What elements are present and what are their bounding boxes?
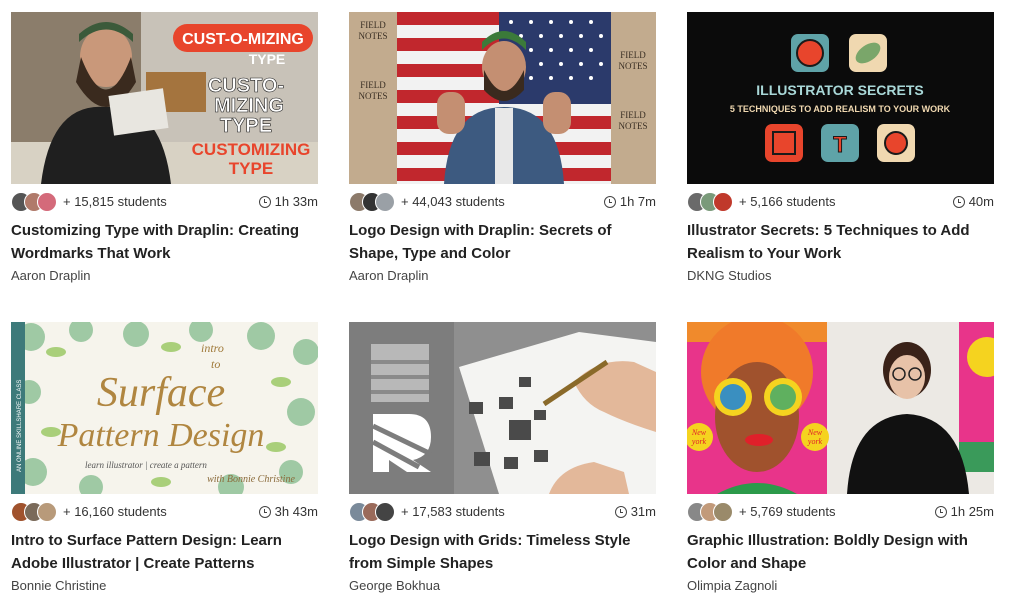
- avatar: [375, 502, 395, 522]
- thumb-text: NOTES: [359, 31, 388, 41]
- thumb-text: CUST-O-MIZING: [182, 31, 304, 48]
- thumb-text: FIELD: [620, 110, 646, 120]
- course-thumbnail[interactable]: CUST-O-MIZING TYPE CUSTO- MIZING TYPE CU…: [11, 12, 318, 184]
- duration-text: 1h 33m: [274, 194, 318, 209]
- course-title[interactable]: Illustrator Secrets: 5 Techniques to Add…: [687, 219, 994, 265]
- duration: 1h 33m: [258, 194, 318, 209]
- clock-icon: [614, 506, 627, 518]
- avatar: [713, 502, 733, 522]
- avatar: [37, 192, 57, 212]
- thumb-text: FIELD: [360, 80, 386, 90]
- duration: 3h 43m: [258, 504, 318, 519]
- clock-icon: [603, 196, 616, 208]
- clock-icon: [258, 506, 271, 518]
- thumb-text: Surface: [97, 370, 225, 416]
- student-count: + 16,160 students: [63, 504, 167, 519]
- thumb-text: AN ONLINE SKILLSHARE CLASS: [17, 380, 23, 472]
- student-count: + 15,815 students: [63, 194, 167, 209]
- duration-text: 1h 7m: [619, 194, 656, 209]
- thumb-text: New: [807, 428, 823, 437]
- thumb-text: CUSTO-: [208, 75, 284, 97]
- thumb-text: MIZING: [214, 95, 284, 117]
- clock-icon: [934, 506, 947, 518]
- course-author[interactable]: Bonnie Christine: [11, 578, 106, 593]
- clock-icon: [258, 196, 271, 208]
- duration-text: 3h 43m: [274, 504, 318, 519]
- thumb-text: FIELD: [360, 20, 386, 30]
- avatar: [375, 192, 395, 212]
- course-author[interactable]: Aaron Draplin: [349, 268, 429, 283]
- course-thumbnail[interactable]: New york New york: [687, 322, 994, 494]
- thumb-text: york: [691, 437, 707, 446]
- duration: 40m: [952, 194, 994, 209]
- thumb-text: ILLUSTRATOR SECRETS: [756, 82, 924, 98]
- course-thumbnail[interactable]: FIELD NOTES FIELD NOTES FIELD NOTES FIEL…: [349, 12, 656, 184]
- avatar: [713, 192, 733, 212]
- thumb-text: NOTES: [619, 61, 648, 71]
- course-author[interactable]: Olimpia Zagnoli: [687, 578, 777, 593]
- thumb-text: with Bonnie Christine: [207, 474, 295, 485]
- duration: 31m: [614, 504, 656, 519]
- course-grid: CUST-O-MIZING TYPE CUSTO- MIZING TYPE CU…: [0, 0, 1024, 614]
- course-card[interactable]: AN ONLINE SKILLSHARE CLASS intro to Surf…: [11, 322, 318, 602]
- avatar: [37, 502, 57, 522]
- thumb-text: learn illustrator | create a pattern: [85, 460, 207, 470]
- thumb-text: to: [211, 357, 220, 371]
- course-title[interactable]: Logo Design with Grids: Timeless Style f…: [349, 529, 656, 575]
- course-title[interactable]: Customizing Type with Draplin: Creating …: [11, 219, 318, 265]
- thumb-text: New: [691, 428, 707, 437]
- course-thumbnail[interactable]: [349, 322, 656, 494]
- student-count: + 5,769 students: [739, 504, 836, 519]
- thumb-text: TYPE: [249, 51, 286, 67]
- thumb-text: 5 TECHNIQUES TO ADD REALISM TO YOUR WORK: [730, 104, 951, 114]
- course-card[interactable]: CUST-O-MIZING TYPE CUSTO- MIZING TYPE CU…: [11, 12, 318, 292]
- student-count: + 5,166 students: [739, 194, 836, 209]
- course-author[interactable]: George Bokhua: [349, 578, 440, 593]
- duration-text: 31m: [630, 504, 656, 519]
- clock-icon: [952, 196, 965, 208]
- course-title[interactable]: Graphic Illustration: Boldly Design with…: [687, 529, 994, 575]
- thumb-text: TYPE: [229, 159, 273, 178]
- svg-text:T: T: [833, 132, 847, 157]
- duration-text: 40m: [968, 194, 994, 209]
- course-card[interactable]: New york New york + 5,769 students 1h 25…: [687, 322, 994, 602]
- duration: 1h 7m: [603, 194, 656, 209]
- thumb-text: TYPE: [220, 115, 272, 137]
- student-count: + 44,043 students: [401, 194, 505, 209]
- course-thumbnail[interactable]: AN ONLINE SKILLSHARE CLASS intro to Surf…: [11, 322, 318, 494]
- course-author[interactable]: Aaron Draplin: [11, 268, 91, 283]
- student-count: + 17,583 students: [401, 504, 505, 519]
- course-card[interactable]: + 17,583 students 31m Logo Design with G…: [349, 322, 656, 602]
- course-card[interactable]: ILLUSTRATOR SECRETS 5 TECHNIQUES TO ADD …: [687, 12, 994, 292]
- duration: 1h 25m: [934, 504, 994, 519]
- thumb-text: FIELD: [620, 50, 646, 60]
- course-title[interactable]: Logo Design with Draplin: Secrets of Sha…: [349, 219, 656, 265]
- course-card[interactable]: FIELD NOTES FIELD NOTES FIELD NOTES FIEL…: [349, 12, 656, 292]
- duration-text: 1h 25m: [950, 504, 994, 519]
- course-thumbnail[interactable]: ILLUSTRATOR SECRETS 5 TECHNIQUES TO ADD …: [687, 12, 994, 184]
- course-title[interactable]: Intro to Surface Pattern Design: Learn A…: [11, 529, 318, 575]
- thumb-text: NOTES: [619, 121, 648, 131]
- thumb-text: CUSTOMIZING: [192, 140, 311, 159]
- course-author[interactable]: DKNG Studios: [687, 268, 772, 283]
- thumb-text: york: [807, 437, 823, 446]
- thumb-text: NOTES: [359, 91, 388, 101]
- thumb-text: Pattern Design: [57, 417, 265, 454]
- thumb-text: intro: [201, 341, 224, 355]
